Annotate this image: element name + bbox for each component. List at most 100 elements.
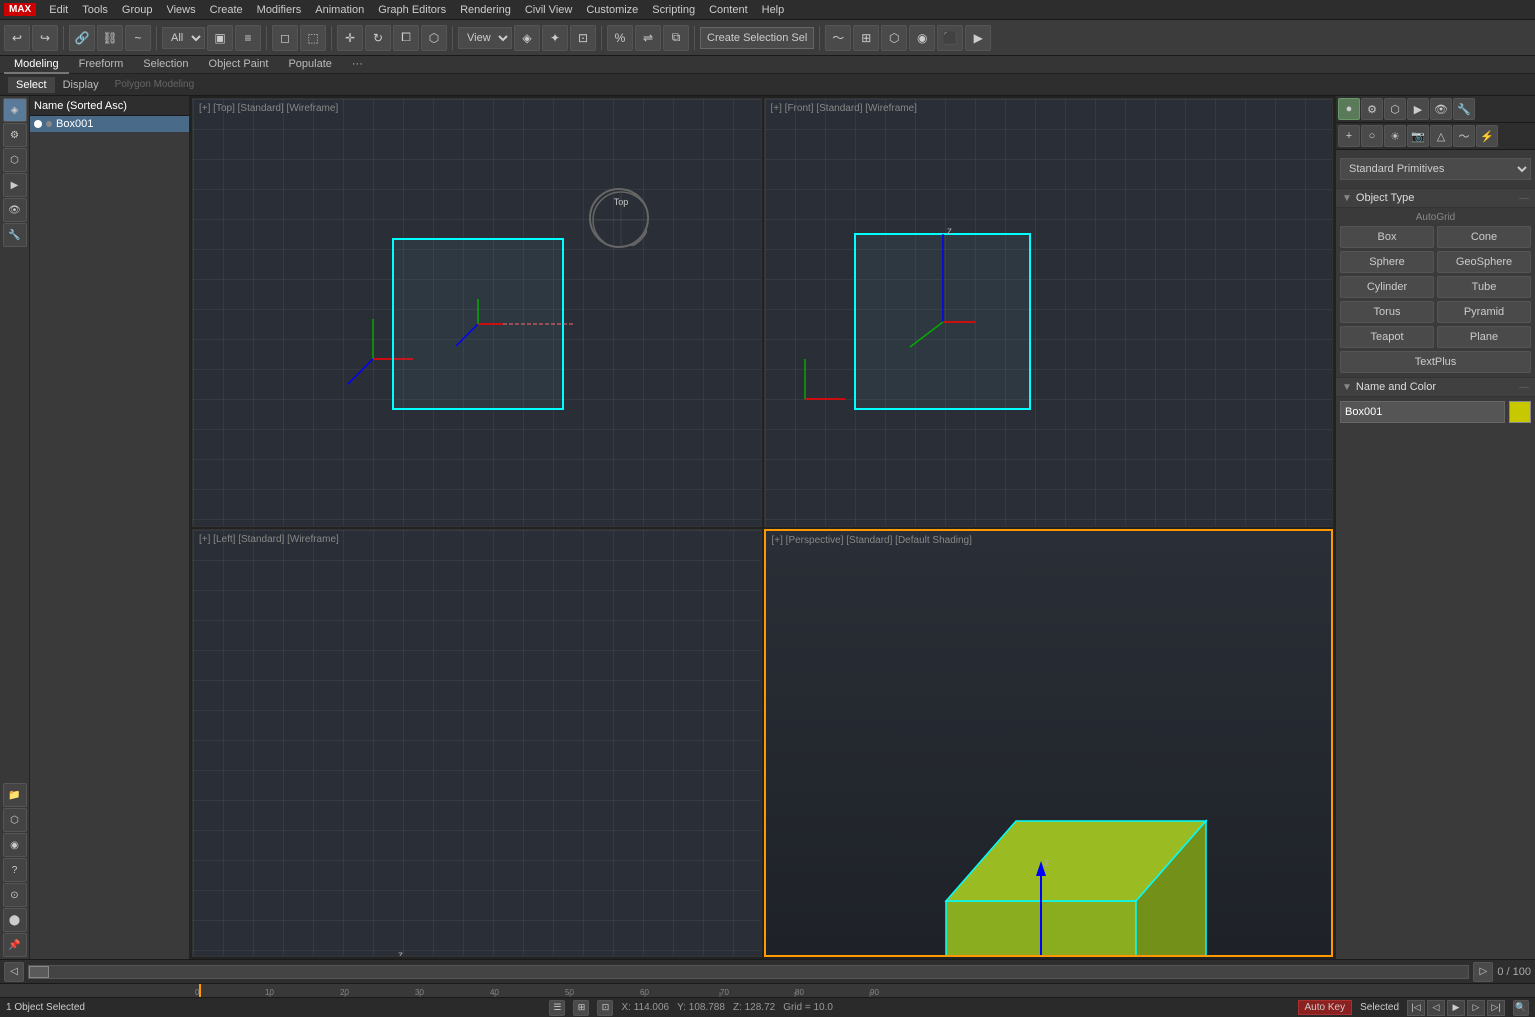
btn-textplus[interactable]: TextPlus [1340, 351, 1531, 373]
percent-button[interactable]: % [607, 25, 633, 51]
layer-dropdown[interactable]: All [162, 27, 205, 49]
rotate-button[interactable]: ↻ [365, 25, 391, 51]
viewport-front-label[interactable]: [+] [Front] [Standard] [Wireframe] [771, 103, 917, 114]
render-button[interactable]: ▶ [965, 25, 991, 51]
ribbon-tab-extra[interactable]: ··· [342, 56, 373, 74]
play-btn[interactable]: ▶ [1447, 1000, 1465, 1016]
rp-camera-icon[interactable]: 📷 [1407, 125, 1429, 147]
move-button[interactable]: ✛ [337, 25, 363, 51]
material-editor-button[interactable]: ⬡ [881, 25, 907, 51]
menu-group[interactable]: Group [115, 2, 160, 18]
menu-tools[interactable]: Tools [75, 2, 115, 18]
scene-explorer-btn[interactable]: 📁 [3, 783, 27, 807]
select-object-button[interactable]: ▣ [207, 25, 233, 51]
link-button[interactable]: 🔗 [69, 25, 95, 51]
menu-animation[interactable]: Animation [308, 2, 371, 18]
create-mode-btn[interactable]: ◈ [3, 98, 27, 122]
select-region-2-button[interactable]: ⬚ [300, 25, 326, 51]
timeline-slider[interactable] [28, 965, 1469, 979]
menu-civil-view[interactable]: Civil View [518, 2, 579, 18]
pin-btn[interactable]: 📌 [3, 933, 27, 957]
menu-graph-editors[interactable]: Graph Editors [371, 2, 453, 18]
render-btn-left[interactable]: ◉ [3, 833, 27, 857]
search-btn[interactable]: 🔍 [1513, 1000, 1529, 1016]
utilities-mode-btn[interactable]: 🔧 [3, 223, 27, 247]
isolate-btn[interactable]: ⊙ [3, 883, 27, 907]
filter-btn[interactable]: ⬤ [3, 908, 27, 932]
viewport-left-label[interactable]: [+] [Left] [Standard] [Wireframe] [199, 534, 339, 545]
auto-key-button[interactable]: Auto Key [1298, 1000, 1353, 1015]
schematic-button[interactable]: ⊞ [853, 25, 879, 51]
viewport-top[interactable]: [+] [Top] [Standard] [Wireframe] Top [192, 98, 762, 527]
render-frame-button[interactable]: ⬛ [937, 25, 963, 51]
timeline-next[interactable]: ▷ [1473, 962, 1493, 982]
btn-box[interactable]: Box [1340, 226, 1434, 248]
btn-cylinder[interactable]: Cylinder [1340, 276, 1434, 298]
ribbon-tab-populate[interactable]: Populate [278, 56, 341, 74]
snap2d-button[interactable]: ⊡ [570, 25, 596, 51]
ribbon-tab-object-paint[interactable]: Object Paint [199, 56, 279, 74]
btn-torus[interactable]: Torus [1340, 301, 1434, 323]
btn-teapot[interactable]: Teapot [1340, 326, 1434, 348]
primitive-type-dropdown[interactable]: Standard Primitives [1340, 158, 1531, 180]
hierarchy-mode-btn[interactable]: ⬡ [3, 148, 27, 172]
snap-button[interactable]: ✦ [542, 25, 568, 51]
sub-tab-display[interactable]: Display [55, 77, 107, 93]
rp-create-icon[interactable]: ● [1338, 98, 1360, 120]
menu-edit[interactable]: Edit [42, 2, 75, 18]
rp-system-icon[interactable]: ⚡ [1476, 125, 1498, 147]
btn-pyramid[interactable]: Pyramid [1437, 301, 1531, 323]
menu-help[interactable]: Help [755, 2, 792, 18]
rp-motion-icon[interactable]: ▶ [1407, 98, 1429, 120]
modify-mode-btn[interactable]: ⚙ [3, 123, 27, 147]
place-button[interactable]: ⬡ [421, 25, 447, 51]
scale-button[interactable]: ⧠ [393, 25, 419, 51]
curve-editor-button[interactable]: 〜 [825, 25, 851, 51]
name-color-collapse[interactable]: — [1519, 382, 1529, 393]
name-color-section-header[interactable]: ▼ Name and Color — [1336, 377, 1535, 397]
ribbon-tab-freeform[interactable]: Freeform [69, 56, 134, 74]
rp-helper-icon[interactable]: △ [1430, 125, 1452, 147]
select-region-button[interactable]: ◻ [272, 25, 298, 51]
view-dropdown[interactable]: View [458, 27, 512, 49]
mirror-button[interactable]: ⇌ [635, 25, 661, 51]
btn-cone[interactable]: Cone [1437, 226, 1531, 248]
next-frame-btn[interactable]: ▷ [1467, 1000, 1485, 1016]
btn-tube[interactable]: Tube [1437, 276, 1531, 298]
btn-sphere[interactable]: Sphere [1340, 251, 1434, 273]
timeline-prev[interactable]: ◁ [4, 962, 24, 982]
btn-geosphere[interactable]: GeoSphere [1437, 251, 1531, 273]
object-name-input[interactable] [1340, 401, 1505, 423]
rp-display-icon[interactable]: 👁 [1430, 98, 1452, 120]
render-setup-button[interactable]: ◉ [909, 25, 935, 51]
rp-modify-icon[interactable]: ⚙ [1361, 98, 1383, 120]
viewport-left[interactable]: [+] [Left] [Standard] [Wireframe] Left [192, 529, 762, 958]
motion-mode-btn[interactable]: ▶ [3, 173, 27, 197]
prev-frame-btn[interactable]: ◁ [1427, 1000, 1445, 1016]
menu-rendering[interactable]: Rendering [453, 2, 518, 18]
object-color-swatch[interactable] [1509, 401, 1531, 423]
ribbon-tab-modeling[interactable]: Modeling [4, 56, 69, 74]
max-button[interactable]: MAX [4, 3, 36, 16]
create-selection-button[interactable]: Create Selection Sel [700, 27, 814, 49]
viewport-perspective[interactable]: [+] [Perspective] [Standard] [Default Sh… [764, 529, 1334, 958]
menu-views[interactable]: Views [159, 2, 202, 18]
rp-hierarchy-icon[interactable]: ⬡ [1384, 98, 1406, 120]
menu-customize[interactable]: Customize [579, 2, 645, 18]
display-mode-btn[interactable]: 👁 [3, 198, 27, 222]
rp-plus-icon[interactable]: + [1338, 125, 1360, 147]
menu-create[interactable]: Create [203, 2, 250, 18]
select-name-button[interactable]: ≡ [235, 25, 261, 51]
reference-button[interactable]: ◈ [514, 25, 540, 51]
align-button[interactable]: ⧉ [663, 25, 689, 51]
menu-scripting[interactable]: Scripting [645, 2, 702, 18]
timeline-thumb[interactable] [29, 966, 49, 978]
status-icon-2[interactable]: ⊞ [573, 1000, 589, 1016]
help-btn[interactable]: ? [3, 858, 27, 882]
go-end-btn[interactable]: ▷| [1487, 1000, 1505, 1016]
btn-plane[interactable]: Plane [1437, 326, 1531, 348]
viewport-perspective-label[interactable]: [+] [Perspective] [Standard] [Default Sh… [772, 535, 972, 546]
viewport-top-label[interactable]: [+] [Top] [Standard] [Wireframe] [199, 103, 338, 114]
rp-light-icon[interactable]: ☀ [1384, 125, 1406, 147]
rp-sphere-icon[interactable]: ○ [1361, 125, 1383, 147]
